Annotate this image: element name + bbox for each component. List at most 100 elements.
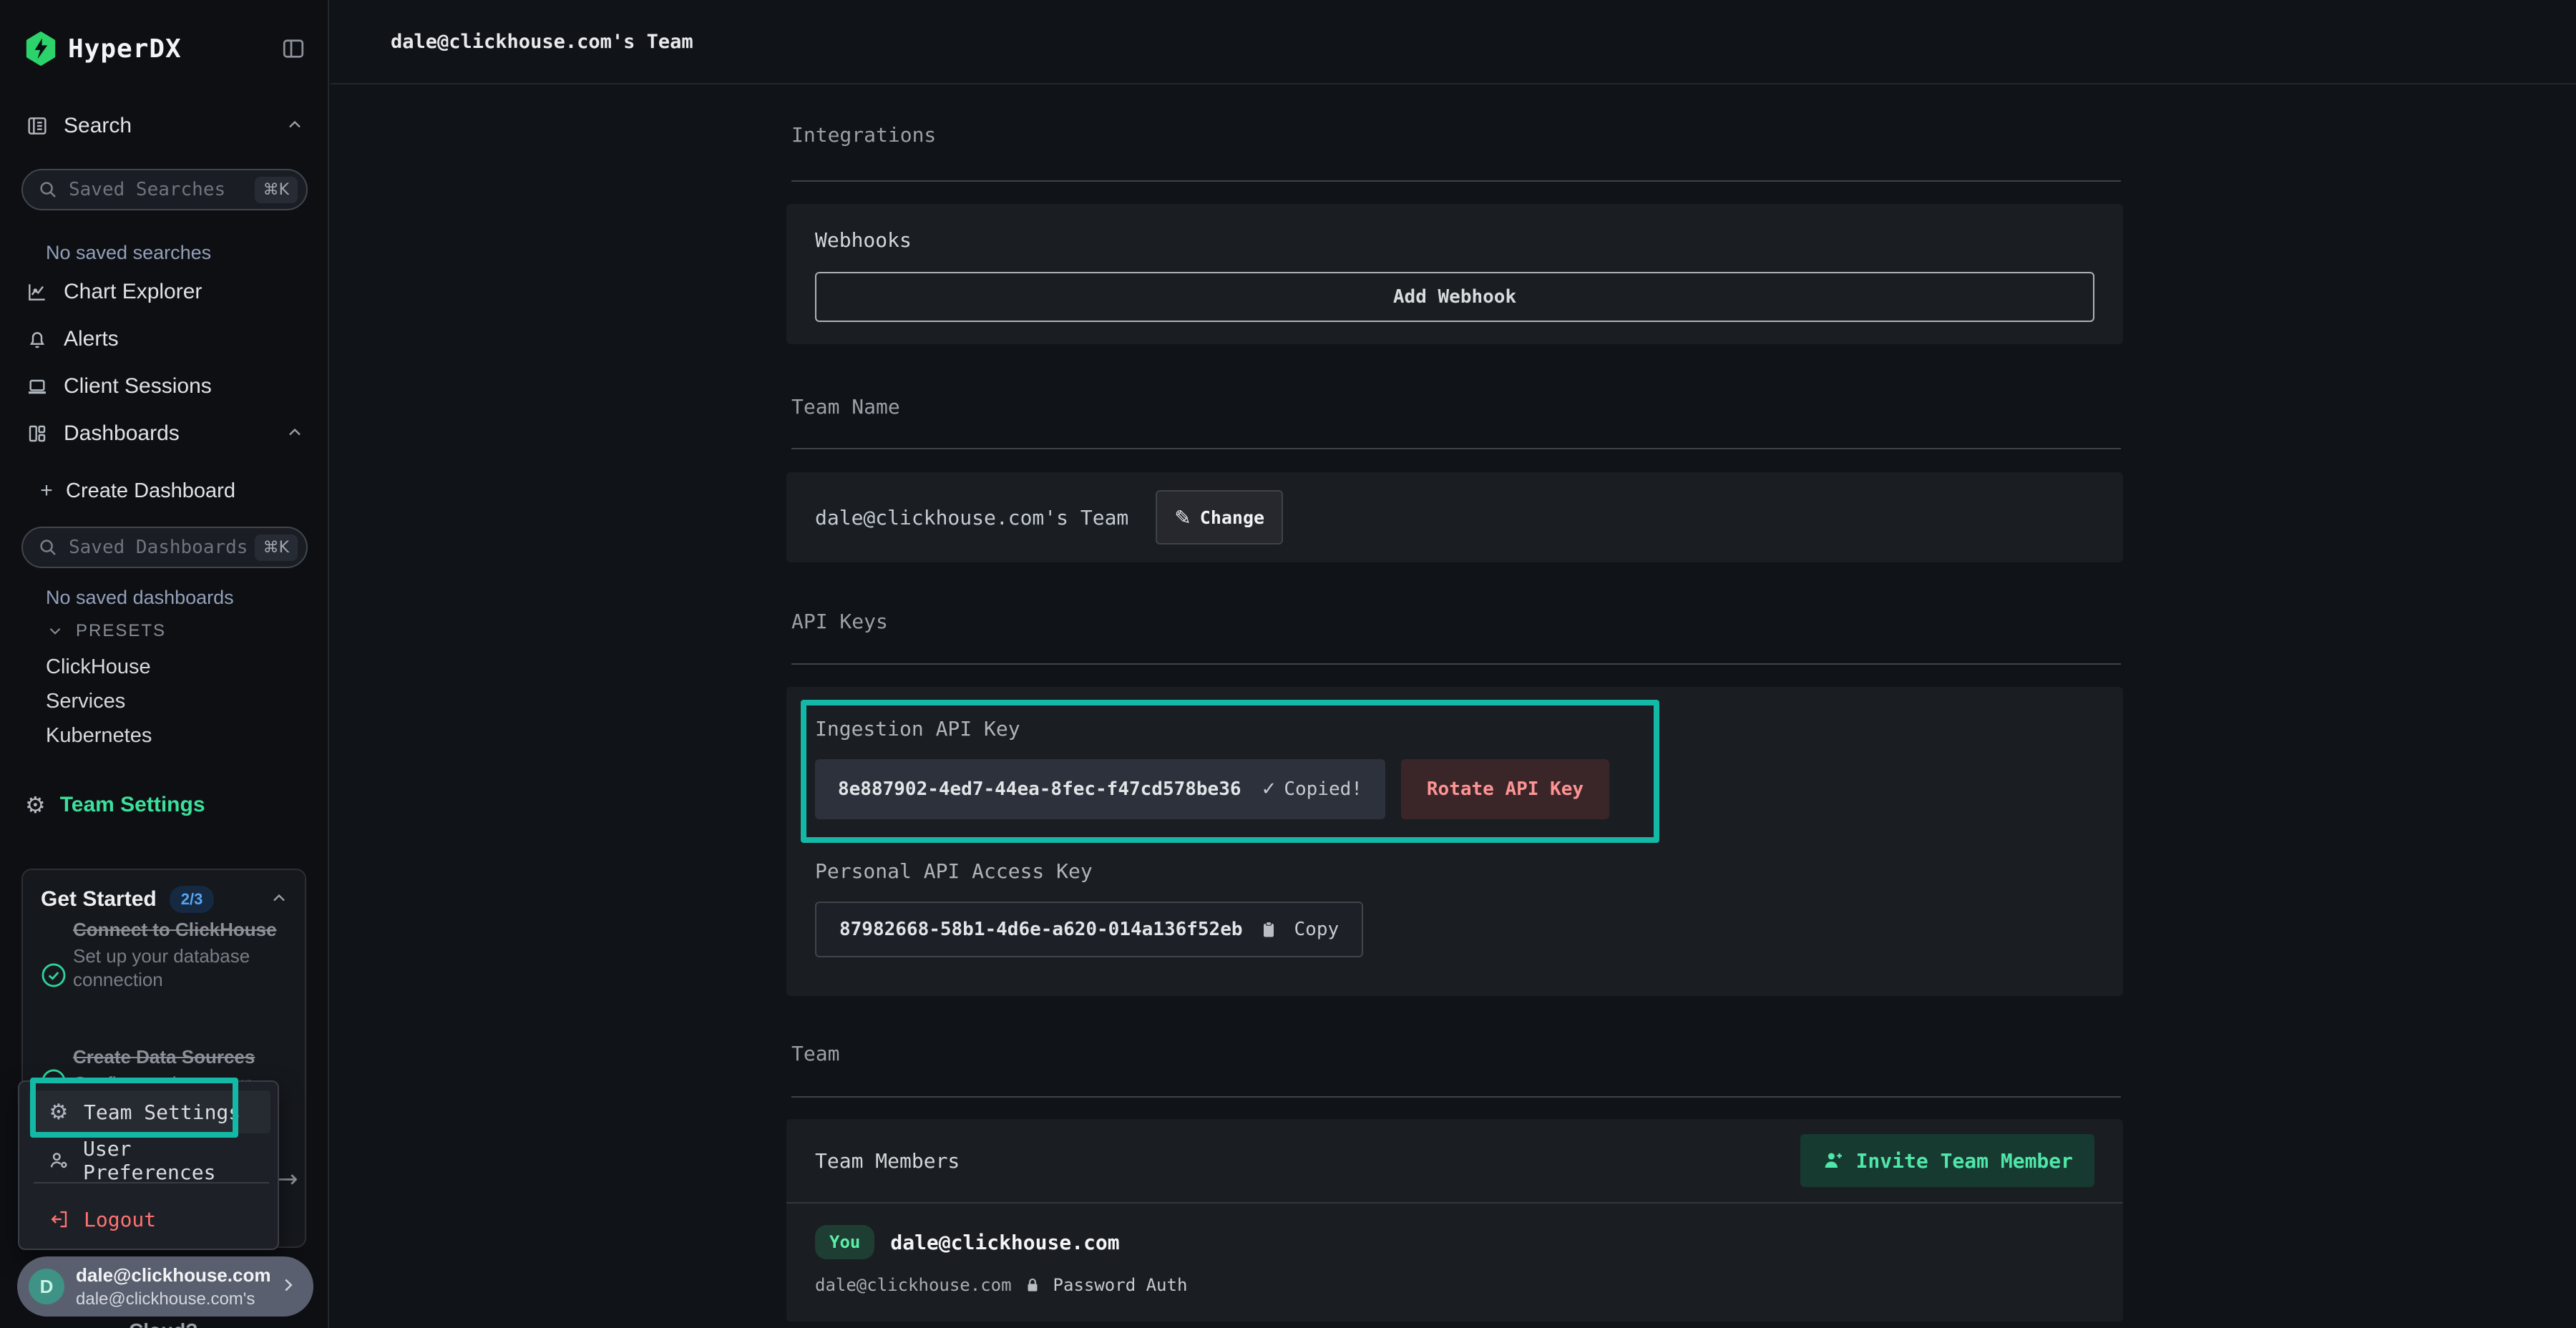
copied-indicator: ✓ Copied! bbox=[1262, 778, 1362, 800]
user-email: dale@clickhouse.com bbox=[76, 1264, 278, 1286]
main-content: dale@clickhouse.com's Team Integrations … bbox=[331, 0, 2576, 1328]
sidebar-item-label: Alerts bbox=[64, 327, 119, 351]
user-gear-icon bbox=[47, 1149, 70, 1172]
saved-dashboards-input-wrap: ⌘K bbox=[21, 527, 308, 568]
user-account-button[interactable]: D dale@clickhouse.com dale@clickhouse.co… bbox=[17, 1256, 313, 1317]
section-divider bbox=[791, 180, 2121, 182]
team-name-card: dale@clickhouse.com's Team ✎ Change bbox=[786, 472, 2123, 562]
search-section-icon bbox=[25, 114, 49, 137]
menu-item-label: Logout bbox=[84, 1208, 156, 1231]
sidebar-item-label: Client Sessions bbox=[64, 374, 212, 399]
bell-icon bbox=[25, 328, 49, 351]
menu-item-team-settings[interactable]: ⚙ Team Settings bbox=[29, 1090, 270, 1133]
ingestion-api-key-value: 8e887902-4ed7-44ea-8fec-f47cd578be36 bbox=[838, 778, 1241, 800]
create-dashboard-button[interactable]: + Create Dashboard bbox=[0, 474, 329, 508]
team-name-row: dale@clickhouse.com's Team ✎ Change bbox=[815, 490, 1283, 545]
saved-searches-input[interactable] bbox=[69, 179, 255, 200]
sidebar-item-label: Chart Explorer bbox=[64, 280, 202, 304]
sidebar-item-dashboards[interactable]: Dashboards bbox=[0, 416, 329, 451]
shortcut-badge: ⌘K bbox=[255, 177, 298, 203]
team-heading: Team bbox=[791, 1042, 2121, 1065]
chevron-up-icon[interactable] bbox=[285, 422, 305, 446]
sidebar-item-chart-explorer[interactable]: Chart Explorer bbox=[0, 275, 329, 309]
team-members-title: Team Members bbox=[815, 1149, 960, 1173]
auth-method-label: Password Auth bbox=[1053, 1275, 1188, 1295]
chevron-right-icon bbox=[278, 1274, 299, 1299]
step-title: Create Data Sources bbox=[73, 1045, 277, 1069]
sidebar-item-client-sessions[interactable]: Client Sessions bbox=[0, 369, 329, 404]
user-texts: dale@clickhouse.com dale@clickhouse.com'… bbox=[76, 1264, 278, 1309]
step-title: Connect to ClickHouse bbox=[73, 917, 277, 942]
lock-icon bbox=[1023, 1276, 1042, 1294]
change-team-name-button[interactable]: ✎ Change bbox=[1156, 490, 1283, 545]
sidebar-item-search[interactable]: Search bbox=[0, 109, 329, 143]
menu-item-label: User Preferences bbox=[83, 1137, 270, 1184]
member-email: dale@clickhouse.com bbox=[815, 1275, 1012, 1295]
webhooks-card: Webhooks Add Webhook bbox=[786, 204, 2123, 344]
chevron-up-icon[interactable] bbox=[269, 888, 289, 912]
no-saved-dashboards-note: No saved dashboards bbox=[46, 587, 234, 609]
page-title: dale@clickhouse.com's Team bbox=[391, 31, 693, 53]
check-circle-icon bbox=[40, 962, 67, 989]
menu-item-logout[interactable]: Logout bbox=[29, 1198, 270, 1241]
menu-divider bbox=[34, 1182, 269, 1183]
user-team-name: dale@clickhouse.com's bbox=[76, 1289, 278, 1309]
user-menu-popup: ⚙ Team Settings User Preferences Logout bbox=[18, 1080, 279, 1250]
laptop-icon bbox=[25, 375, 49, 398]
team-member-row: You dale@clickhouse.com dale@clickhouse.… bbox=[786, 1204, 2123, 1317]
copied-label: Copied! bbox=[1284, 778, 1362, 800]
member-details: dale@clickhouse.com Password Auth bbox=[815, 1275, 2094, 1295]
team-name-value: dale@clickhouse.com's Team bbox=[815, 506, 1128, 529]
hyperdx-logo-icon bbox=[25, 31, 57, 66]
personal-api-key-label: Personal API Access Key bbox=[815, 859, 2094, 883]
sidebar-item-label: Dashboards bbox=[64, 421, 180, 446]
chart-explorer-icon bbox=[25, 280, 49, 303]
sidebar-item-alerts[interactable]: Alerts bbox=[0, 322, 329, 356]
preset-item-kubernetes[interactable]: Kubernetes bbox=[46, 724, 152, 748]
get-started-step[interactable]: Connect to ClickHouse Set up your databa… bbox=[73, 917, 277, 992]
menu-item-label: Team Settings bbox=[84, 1100, 240, 1124]
rotate-api-key-button[interactable]: Rotate API Key bbox=[1401, 759, 1609, 819]
preset-item-services[interactable]: Services bbox=[46, 690, 125, 713]
invite-label: Invite Team Member bbox=[1856, 1149, 2073, 1173]
chevron-down-icon bbox=[46, 622, 64, 640]
clipped-cloud-text: Cloud? bbox=[129, 1319, 197, 1328]
section-divider bbox=[791, 1096, 2121, 1098]
presets-toggle[interactable]: PRESETS bbox=[46, 621, 166, 641]
add-webhook-button[interactable]: Add Webhook bbox=[815, 272, 2094, 322]
plus-icon: + bbox=[34, 479, 59, 503]
avatar: D bbox=[29, 1269, 64, 1304]
logout-icon bbox=[47, 1209, 71, 1230]
create-dashboard-label: Create Dashboard bbox=[66, 479, 235, 503]
change-label: Change bbox=[1200, 507, 1264, 528]
topbar: dale@clickhouse.com's Team bbox=[331, 0, 2576, 84]
sidebar-item-team-settings[interactable]: ⚙ Team Settings bbox=[25, 791, 205, 819]
arrow-right-icon: → bbox=[278, 1165, 298, 1193]
clipboard-icon bbox=[1259, 919, 1279, 939]
personal-api-key-value: 87982668-58b1-4d6e-a620-014a136f52eb bbox=[839, 919, 1243, 940]
member-identity: You dale@clickhouse.com bbox=[815, 1225, 2094, 1259]
chevron-up-icon[interactable] bbox=[285, 114, 305, 138]
section-divider bbox=[791, 448, 2121, 449]
get-started-header[interactable]: Get Started 2/3 bbox=[41, 886, 289, 913]
sidebar-item-label: Search bbox=[64, 114, 132, 138]
ingestion-api-key-chip[interactable]: 8e887902-4ed7-44ea-8fec-f47cd578be36 ✓ C… bbox=[815, 759, 1385, 819]
gear-icon: ⚙ bbox=[25, 791, 46, 819]
sidebar-collapse-icon[interactable] bbox=[280, 36, 306, 62]
invite-team-member-button[interactable]: Invite Team Member bbox=[1800, 1134, 2094, 1187]
user-plus-icon bbox=[1822, 1149, 1845, 1172]
preset-item-clickhouse[interactable]: ClickHouse bbox=[46, 655, 151, 679]
personal-api-key-chip[interactable]: 87982668-58b1-4d6e-a620-014a136f52eb Cop… bbox=[815, 902, 1363, 957]
team-card: Team Members Invite Team Member You dale… bbox=[786, 1119, 2123, 1322]
you-badge: You bbox=[815, 1225, 874, 1259]
team-name-heading: Team Name bbox=[791, 395, 2121, 419]
search-icon bbox=[37, 179, 59, 200]
get-started-title: Get Started bbox=[41, 887, 157, 912]
api-keys-card: Ingestion API Key 8e887902-4ed7-44ea-8fe… bbox=[786, 687, 2123, 996]
step-subtitle: Set up your database connection bbox=[73, 944, 277, 992]
shortcut-badge: ⌘K bbox=[255, 534, 298, 561]
search-icon bbox=[37, 537, 59, 558]
dashboards-icon bbox=[25, 422, 49, 445]
saved-dashboards-input[interactable] bbox=[69, 537, 255, 558]
menu-item-user-preferences[interactable]: User Preferences bbox=[29, 1139, 270, 1182]
